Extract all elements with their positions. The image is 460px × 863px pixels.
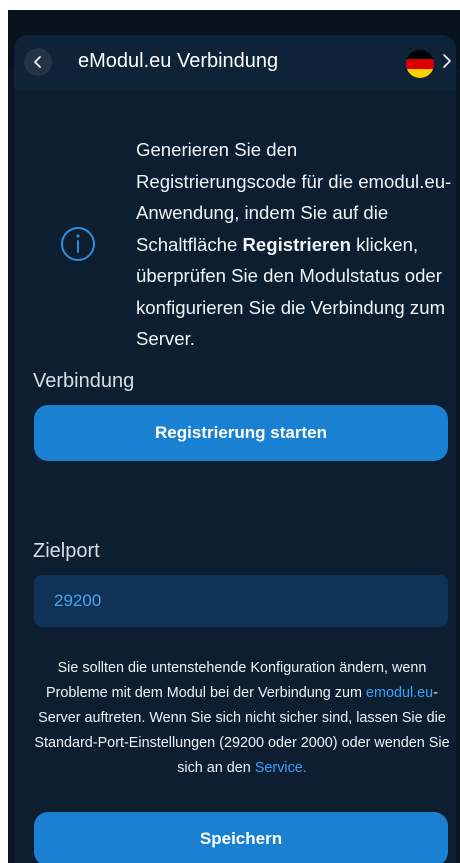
app-screen: eModul.eu Verbindung Generieren Sie den … [8, 10, 460, 863]
header-bar: eModul.eu Verbindung [14, 35, 456, 89]
emodul-link[interactable]: emodul.eu [366, 685, 433, 701]
save-button[interactable]: Speichern [34, 812, 448, 863]
chevron-left-icon [34, 56, 41, 68]
chevron-right-icon[interactable] [442, 53, 452, 69]
info-text: Generieren Sie den Registrierungscode fü… [136, 134, 456, 355]
info-circle-icon [61, 227, 95, 261]
info-text-bold: Registrieren [242, 233, 351, 255]
start-registration-button[interactable]: Registrierung starten [34, 405, 448, 461]
back-button[interactable] [24, 48, 52, 76]
page-title: eModul.eu Verbindung [78, 50, 279, 72]
configuration-notice: Sie sollten die untenstehende Konfigurat… [32, 656, 452, 781]
target-port-label: Zielport [33, 540, 100, 562]
target-port-input[interactable]: 29200 [34, 575, 448, 627]
connection-label: Verbindung [33, 370, 135, 392]
service-link[interactable]: Service. [255, 760, 307, 776]
german-flag-icon[interactable] [406, 50, 434, 78]
